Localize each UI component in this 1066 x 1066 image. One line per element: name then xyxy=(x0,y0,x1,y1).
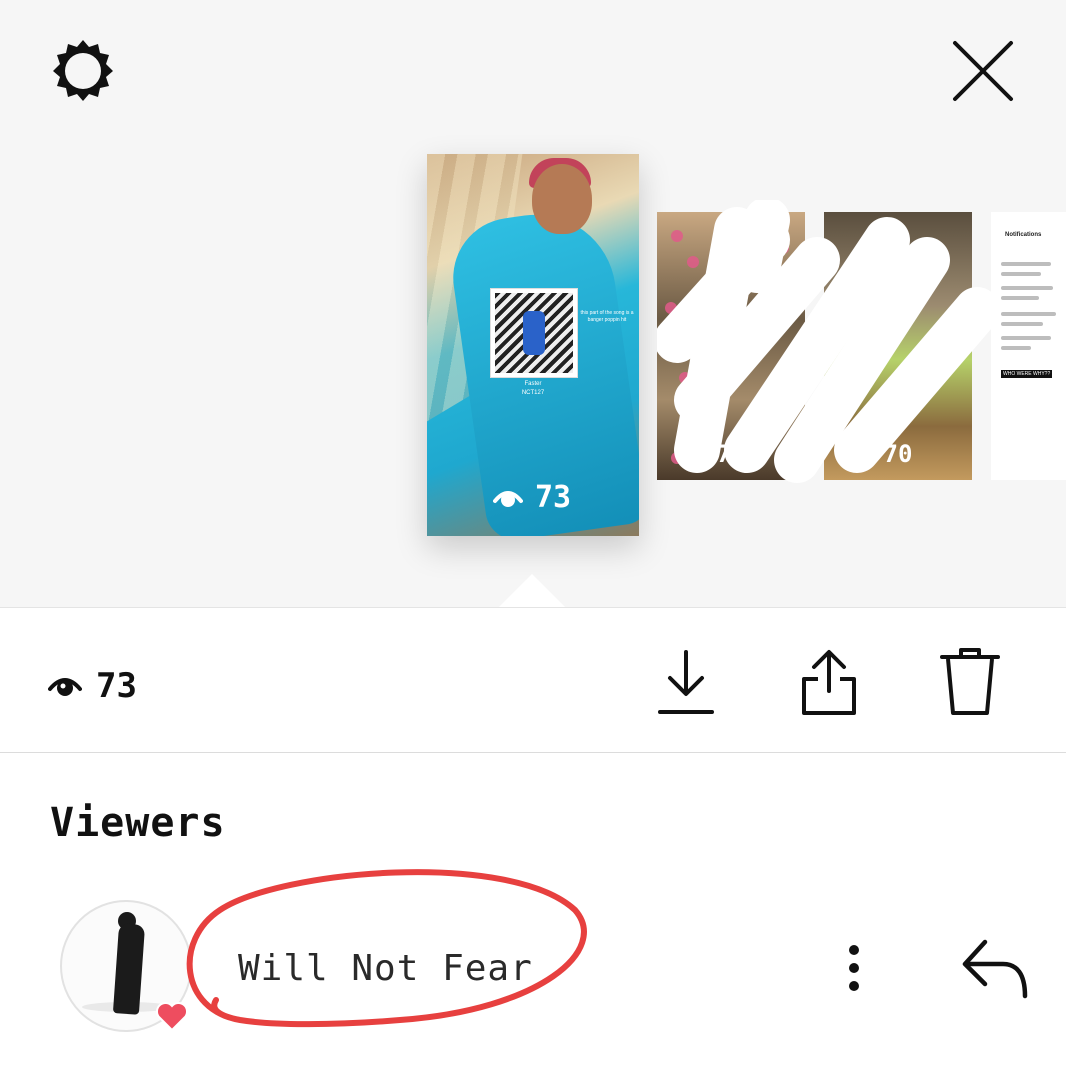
share-icon xyxy=(802,650,856,715)
download-icon xyxy=(658,650,714,714)
story-thumbnail[interactable]: Notifications WHO WERE WHY?? xyxy=(991,212,1066,480)
story-caption: this part of the song is a banger poppin… xyxy=(580,310,634,323)
trash-icon xyxy=(940,648,1000,715)
story-views-number: 70 xyxy=(883,440,913,468)
delete-button[interactable] xyxy=(938,646,1002,718)
song-artist: NCT127 xyxy=(521,390,545,396)
story-actions-bar: 73 xyxy=(0,608,1066,752)
story-thumbnail[interactable]: 70 xyxy=(824,212,972,480)
music-sticker-info: Faster NCT127 xyxy=(490,380,576,398)
story-text-tag: WHO WERE WHY?? xyxy=(1001,370,1053,378)
view-count-number: 73 xyxy=(96,666,137,706)
reply-button[interactable] xyxy=(956,932,1034,1004)
download-button[interactable] xyxy=(654,646,718,718)
close-button[interactable] xyxy=(944,32,1022,110)
close-icon xyxy=(953,41,1013,101)
eye-icon xyxy=(493,490,523,507)
viewers-heading: Viewers xyxy=(50,800,226,846)
annotation-circle xyxy=(186,869,587,1028)
story-views-number: 73 xyxy=(716,440,746,468)
view-count: 73 xyxy=(48,666,137,706)
story-views-number: 73 xyxy=(535,480,572,515)
story-thumbnail[interactable]: 73 xyxy=(657,212,805,480)
eye-icon xyxy=(48,678,82,696)
gear-icon xyxy=(53,40,113,101)
story-thumbnail-selected[interactable]: this part of the song is a banger poppin… xyxy=(427,154,639,536)
selected-story-pointer xyxy=(498,574,566,608)
notifications-title: Notifications xyxy=(1005,232,1042,238)
divider xyxy=(0,752,1066,753)
settings-button[interactable] xyxy=(46,34,120,108)
share-button[interactable] xyxy=(797,646,861,718)
heart-icon xyxy=(156,1002,188,1032)
story-person-head xyxy=(532,164,592,234)
reply-icon xyxy=(962,939,1028,999)
song-title: Faster xyxy=(524,381,542,387)
viewer-list-item[interactable]: Will Not Fear xyxy=(0,869,1066,1040)
more-vertical-icon xyxy=(849,945,859,991)
viewer-username[interactable]: Will Not Fear xyxy=(238,948,533,989)
music-sticker xyxy=(490,288,578,378)
story-view-count: 73 xyxy=(493,480,571,515)
more-options-button[interactable] xyxy=(832,938,876,998)
